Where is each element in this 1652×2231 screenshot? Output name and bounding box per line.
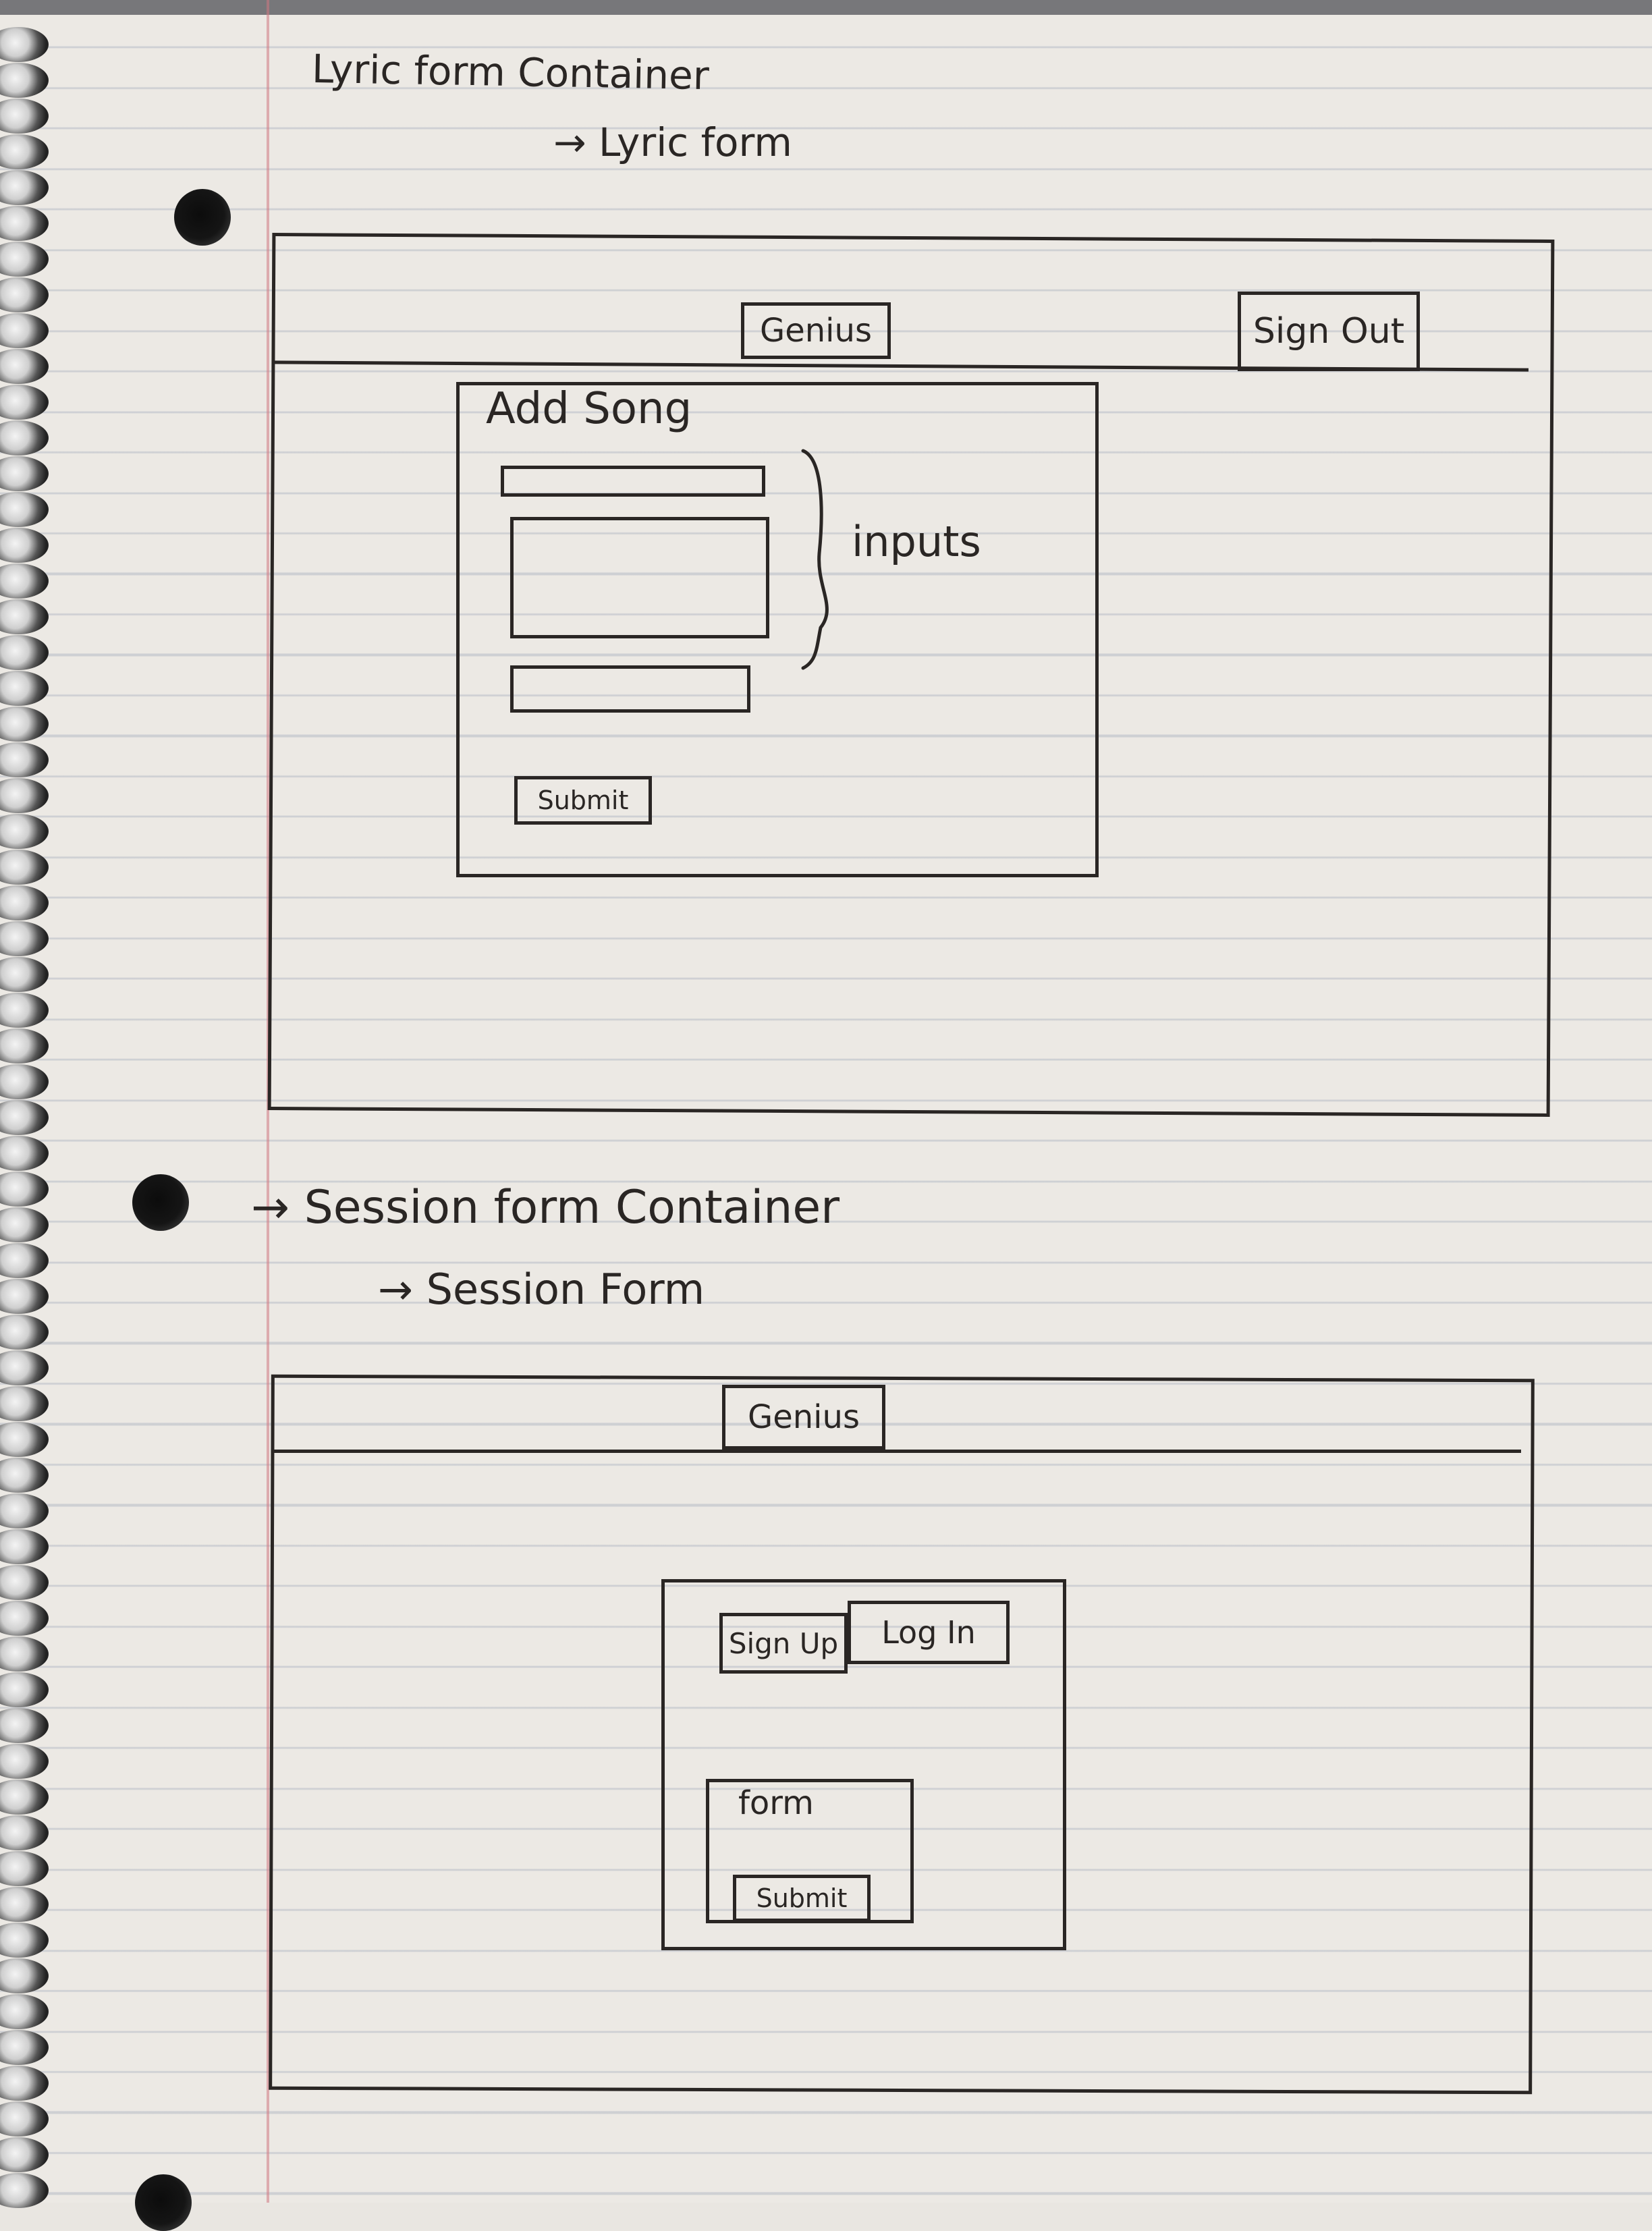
spiral-ring: [0, 1994, 49, 2029]
punch-hole: [132, 1174, 189, 1231]
spiral-ring: [0, 1315, 49, 1350]
session-section-heading: → Session form Container: [251, 1181, 840, 1234]
spiral-ring: [0, 313, 49, 348]
spiral-ring: [0, 778, 49, 813]
spiral-ring: [0, 63, 49, 98]
spiral-ring: [0, 1529, 49, 1564]
session-submit-button[interactable]: Submit: [733, 1875, 871, 1922]
spiral-ring: [0, 742, 49, 777]
spiral-ring: [0, 635, 49, 670]
spiral-ring: [0, 850, 49, 885]
spiral-ring: [0, 2030, 49, 2065]
spiral-ring: [0, 1422, 49, 1457]
spiral-ring: [0, 563, 49, 599]
add-song-title: Add Song: [486, 384, 692, 434]
spiral-ring: [0, 1636, 49, 1672]
spiral-ring: [0, 1815, 49, 1850]
spiral-ring: [0, 707, 49, 742]
punch-hole: [135, 2174, 192, 2231]
session-nav-divider: [273, 1450, 1521, 1453]
spiral-ring: [0, 1923, 49, 1958]
spiral-ring: [0, 492, 49, 527]
spiral-ring: [0, 2066, 49, 2101]
inputs-brace: [801, 449, 829, 670]
spiral-ring: [0, 993, 49, 1028]
spiral-ring: [0, 671, 49, 706]
spiral-ring: [0, 599, 49, 634]
spiral-ring: [0, 1028, 49, 1064]
sign-out-button[interactable]: Sign Out: [1238, 292, 1420, 371]
spiral-ring: [0, 1386, 49, 1421]
spiral-ring: [0, 1243, 49, 1278]
spiral-ring: [0, 349, 49, 384]
song-title-input[interactable]: [501, 466, 765, 497]
spiral-ring: [0, 277, 49, 312]
spiral-ring: [0, 1172, 49, 1207]
spiral-ring: [0, 420, 49, 456]
spiral-ring: [0, 134, 49, 169]
spiral-ring: [0, 385, 49, 420]
spiral-ring: [0, 528, 49, 563]
spiral-ring: [0, 170, 49, 205]
spiral-ring: [0, 1458, 49, 1493]
lyric-nav-genius-logo[interactable]: Genius: [741, 302, 891, 359]
punch-hole: [174, 189, 231, 246]
spiral-ring: [0, 1136, 49, 1171]
session-section-subheading: → Session Form: [378, 1265, 705, 1314]
spiral-ring: [0, 1708, 49, 1743]
song-artist-input[interactable]: [510, 665, 750, 713]
sign-up-tab[interactable]: Sign Up: [719, 1613, 848, 1674]
spiral-ring: [0, 1780, 49, 1815]
spiral-ring: [0, 2101, 49, 2137]
spiral-ring: [0, 27, 49, 62]
spiral-ring: [0, 1207, 49, 1242]
spiral-ring: [0, 2137, 49, 2172]
spiral-ring: [0, 921, 49, 956]
spiral-ring: [0, 1565, 49, 1600]
lyric-section-subheading: → Lyric form: [553, 119, 792, 165]
spiral-ring: [0, 1887, 49, 1922]
spiral-ring: [0, 456, 49, 491]
session-nav-genius-logo[interactable]: Genius: [722, 1385, 885, 1450]
add-song-submit-button[interactable]: Submit: [514, 776, 652, 825]
spiral-ring: [0, 2173, 49, 2208]
lyric-section-heading: Lyric form Container: [311, 45, 710, 99]
spiral-ring: [0, 885, 49, 920]
spiral-ring: [0, 1744, 49, 1779]
spiral-ring: [0, 814, 49, 849]
spiral-ring: [0, 1279, 49, 1314]
spiral-ring: [0, 1958, 49, 1993]
spiral-ring: [0, 1064, 49, 1099]
song-lyrics-textarea[interactable]: [510, 517, 769, 638]
spiral-ring: [0, 1672, 49, 1707]
spiral-ring: [0, 1350, 49, 1385]
spiral-ring: [0, 1100, 49, 1135]
spiral-ring: [0, 99, 49, 134]
spiral-ring: [0, 242, 49, 277]
paper-top-edge: [0, 0, 1652, 15]
spiral-binding: [0, 20, 61, 2208]
spiral-ring: [0, 206, 49, 241]
log-in-tab[interactable]: Log In: [848, 1601, 1010, 1664]
spiral-ring: [0, 1601, 49, 1636]
spiral-ring: [0, 1851, 49, 1886]
inputs-annotation: inputs: [852, 517, 981, 566]
spiral-ring: [0, 957, 49, 992]
session-form-label: form: [738, 1784, 814, 1822]
spiral-ring: [0, 1493, 49, 1528]
